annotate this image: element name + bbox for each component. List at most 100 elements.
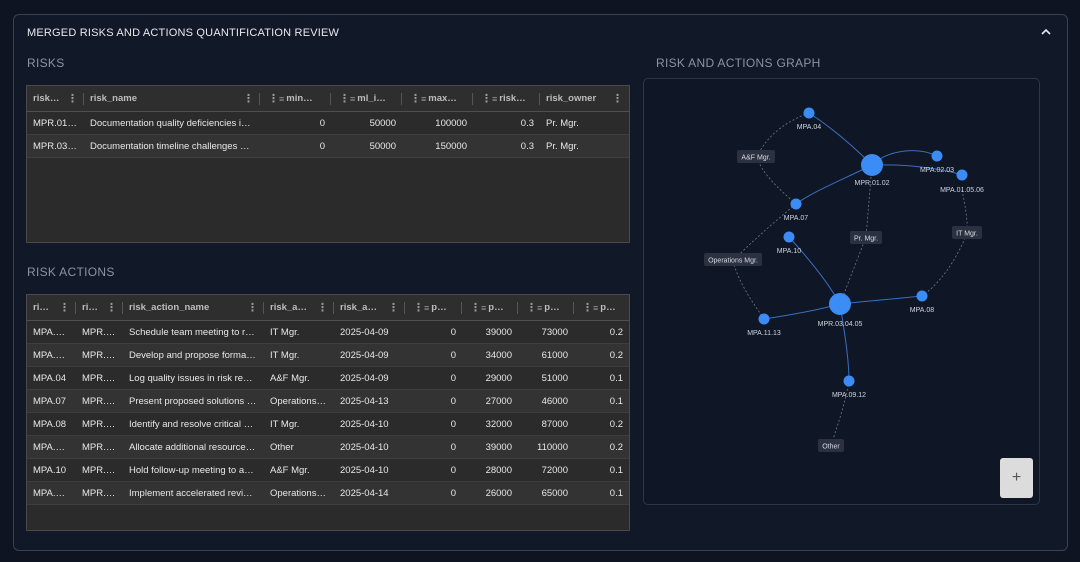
table-cell: Hold follow-up meeting to a…: [129, 464, 254, 476]
graph-canvas[interactable]: MPA.04 MPR.01.02 MPA.02.03 MPA.01.05.06 …: [644, 79, 1041, 506]
owner-tag[interactable]: Operations Mgr.: [704, 253, 762, 266]
column-menu-icon[interactable]: ⋮: [339, 92, 350, 105]
graph-node-action[interactable]: [783, 231, 795, 243]
table-cell: MPA.04: [33, 372, 67, 384]
graph-node-action[interactable]: [931, 150, 943, 162]
actions-col-header[interactable]: ri… ⋮: [27, 295, 76, 320]
column-menu-icon[interactable]: ⋮: [612, 92, 623, 105]
filter-icon[interactable]: ≡: [481, 303, 486, 313]
column-menu-icon[interactable]: ⋮: [268, 92, 279, 105]
graph-node-action[interactable]: [916, 290, 928, 302]
owner-tag[interactable]: A&F Mgr.: [737, 150, 775, 163]
filter-icon[interactable]: ≡: [421, 94, 426, 104]
graph-node-risk[interactable]: [861, 154, 883, 176]
chevron-up-icon[interactable]: [1039, 25, 1053, 39]
risk-actions-graph[interactable]: MPA.04 MPR.01.02 MPA.02.03 MPA.01.05.06 …: [643, 78, 1040, 505]
column-menu-icon[interactable]: ⋮: [59, 301, 70, 314]
table-cell: 32000: [485, 418, 512, 430]
risks-col-header[interactable]: ⋮ ≡ ml_i…: [331, 86, 402, 111]
risks-col-header[interactable]: ⋮ ≡ min…: [260, 86, 331, 111]
table-cell: 0: [450, 372, 456, 384]
column-menu-icon[interactable]: ⋮: [470, 301, 481, 314]
owner-tag[interactable]: Other: [818, 439, 844, 452]
table-cell: 27000: [485, 395, 512, 407]
filter-icon[interactable]: ≡: [537, 303, 542, 313]
table-cell: 0.2: [609, 326, 623, 338]
filter-icon[interactable]: ≡: [350, 94, 355, 104]
table-cell: MPA.08: [33, 418, 67, 430]
table-row[interactable]: MPA.… MPR.… Implement accelerated revi… Ope…: [27, 482, 629, 505]
filter-icon[interactable]: ≡: [593, 303, 598, 313]
actions-col-header[interactable]: risk_action_name ⋮: [123, 295, 264, 320]
risks-col-header[interactable]: ⋮ ≡ max…: [402, 86, 473, 111]
actions-col-header[interactable]: ⋮ ≡ p…: [462, 295, 518, 320]
graph-node-label: MPR.03.04.05: [818, 321, 863, 328]
filter-icon[interactable]: ≡: [279, 94, 284, 104]
table-cell: 0.2: [609, 349, 623, 361]
column-menu-icon[interactable]: ⋮: [388, 301, 399, 314]
column-menu-icon[interactable]: ⋮: [413, 301, 424, 314]
table-row[interactable]: MPA.… MPR.… Schedule team meeting to r… IT …: [27, 321, 629, 344]
column-menu-icon[interactable]: ⋮: [526, 301, 537, 314]
column-menu-icon[interactable]: ⋮: [106, 301, 117, 314]
table-cell: MPA.10: [33, 464, 67, 476]
risks-col-header[interactable]: ⋮ ≡ risk…: [473, 86, 540, 111]
column-menu-icon[interactable]: ⋮: [317, 301, 328, 314]
actions-col-header[interactable]: ⋮ ≡ p…: [518, 295, 574, 320]
owner-tag[interactable]: IT Mgr.: [952, 226, 982, 239]
actions-col-header[interactable]: risk_a… ⋮: [334, 295, 405, 320]
actions-col-header[interactable]: ⋮ ≡ p…: [574, 295, 629, 320]
table-cell: Other: [270, 441, 294, 453]
table-cell: 46000: [541, 395, 568, 407]
table-row[interactable]: MPA.… MPR.… Develop and propose forma… IT M…: [27, 344, 629, 367]
table-cell: Operations…: [270, 487, 326, 499]
graph-node-action[interactable]: [956, 169, 968, 181]
actions-col-header[interactable]: ⋮ ≡ p…: [405, 295, 462, 320]
column-menu-icon[interactable]: ⋮: [582, 301, 593, 314]
column-menu-icon[interactable]: ⋮: [247, 301, 258, 314]
table-cell: Identify and resolve critical …: [129, 418, 254, 430]
graph-node-risk[interactable]: [829, 293, 851, 315]
table-cell: 0.1: [609, 395, 623, 407]
risk-actions-grid: ri… ⋮ ri… ⋮ risk_action_name ⋮ risk_a… ⋮ ris…: [26, 294, 630, 531]
filter-icon[interactable]: ≡: [424, 303, 429, 313]
table-row[interactable]: MPR.03… Documentation timeline challenge…: [27, 135, 629, 158]
zoom-in-button[interactable]: +: [1000, 458, 1033, 498]
table-cell: MPR.…: [82, 349, 116, 361]
graph-node-action[interactable]: [843, 375, 855, 387]
table-row[interactable]: MPA.07 MPR.… Present proposed solutions … O…: [27, 390, 629, 413]
table-row[interactable]: MPA.… MPR.… Allocate additional resource… O…: [27, 436, 629, 459]
risks-col-header[interactable]: risk_name ⋮: [84, 86, 260, 111]
table-cell: IT Mgr.: [270, 349, 300, 361]
risks-grid-header: risk… ⋮ risk_name ⋮ ⋮ ≡ min… ⋮ ≡ ml_i… ⋮ ≡ max… …: [27, 86, 629, 112]
risks-col-header[interactable]: risk_owner ⋮: [540, 86, 629, 111]
table-cell: 2025-04-09: [340, 372, 389, 384]
svg-text:Pr. Mgr.: Pr. Mgr.: [854, 236, 878, 243]
graph-node-action[interactable]: [758, 313, 770, 325]
table-cell: MPR.…: [82, 464, 116, 476]
filter-icon[interactable]: ≡: [492, 94, 497, 104]
owner-tag[interactable]: Pr. Mgr.: [850, 231, 882, 244]
table-cell: 2025-04-10: [340, 441, 389, 453]
risks-col-header[interactable]: risk… ⋮: [27, 86, 84, 111]
column-menu-icon[interactable]: ⋮: [243, 92, 254, 105]
table-cell: 0: [450, 487, 456, 499]
column-menu-icon[interactable]: ⋮: [410, 92, 421, 105]
table-row[interactable]: MPA.10 MPR.… Hold follow-up meeting to a… A…: [27, 459, 629, 482]
column-menu-icon[interactable]: ⋮: [67, 92, 78, 105]
table-cell: 28000: [485, 464, 512, 476]
actions-col-header[interactable]: risk_a… ⋮: [264, 295, 334, 320]
table-row[interactable]: MPA.08 MPR.… Identify and resolve critical…: [27, 413, 629, 436]
column-menu-icon[interactable]: ⋮: [481, 92, 492, 105]
table-cell: 72000: [541, 464, 568, 476]
svg-text:Other: Other: [822, 444, 840, 451]
graph-node-action[interactable]: [790, 198, 802, 210]
table-row[interactable]: MPA.04 MPR.… Log quality issues in risk re…: [27, 367, 629, 390]
graph-node-action[interactable]: [803, 107, 815, 119]
table-cell: Develop and propose forma…: [129, 349, 256, 361]
table-row[interactable]: MPR.01… Documentation quality deficienci…: [27, 112, 629, 135]
actions-col-header[interactable]: ri… ⋮: [76, 295, 123, 320]
table-cell: MPA.…: [33, 441, 66, 453]
table-cell: MPR.…: [82, 487, 116, 499]
table-cell: MPR.…: [82, 372, 116, 384]
